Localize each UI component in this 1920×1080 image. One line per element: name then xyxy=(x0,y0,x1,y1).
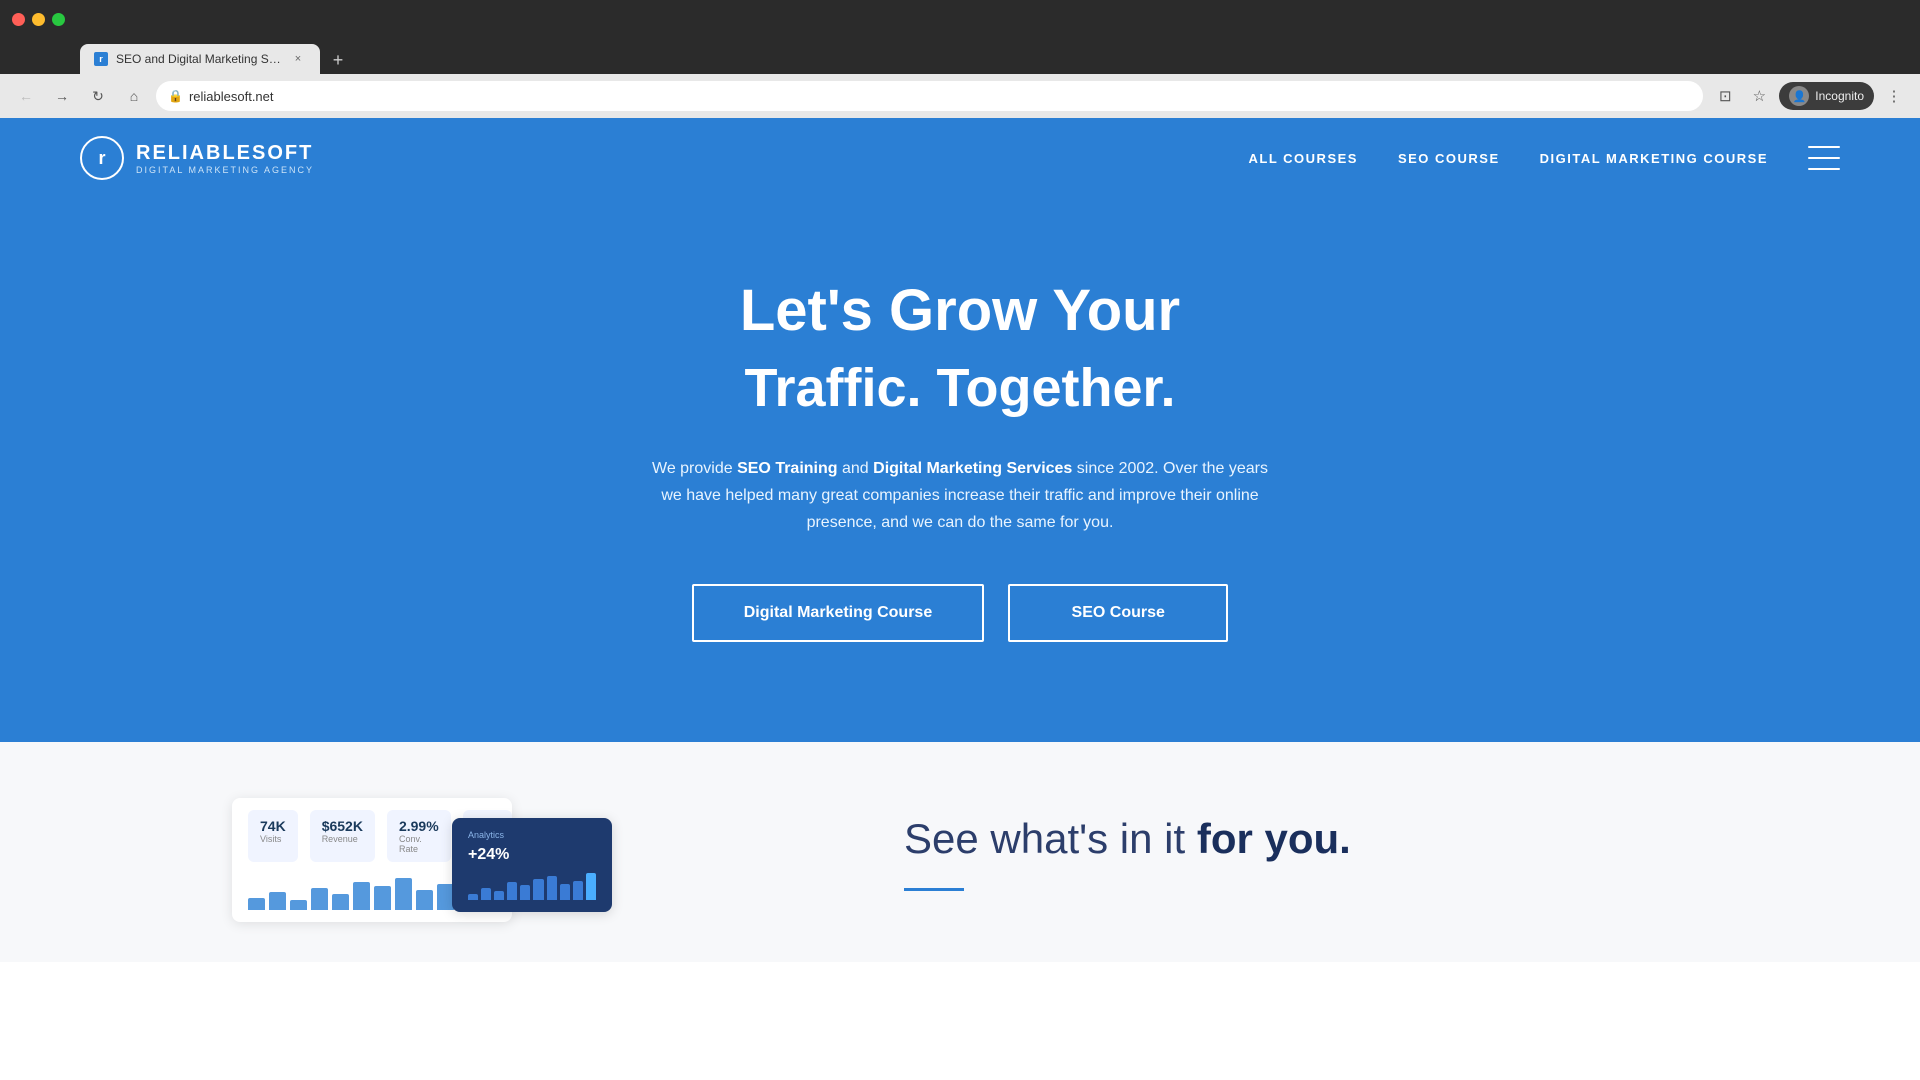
traffic-lights xyxy=(12,13,65,26)
digital-marketing-course-button[interactable]: Digital Marketing Course xyxy=(692,584,984,642)
logo-icon: r xyxy=(80,136,124,180)
stat-revenue-label: Revenue xyxy=(322,834,363,844)
back-button[interactable]: ← xyxy=(12,82,40,110)
browser-chrome: r SEO and Digital Marketing Serv × + ← →… xyxy=(0,0,1920,118)
incognito-button[interactable]: 👤 Incognito xyxy=(1779,82,1874,110)
refresh-button[interactable]: ↻ xyxy=(84,82,112,110)
dashboard-mock: 74K Visits $652K Revenue 2.99% Conv. Rat… xyxy=(232,798,632,922)
site-wrapper: r RELIABLESOFT DIGITAL MARKETING AGENCY … xyxy=(0,118,1920,962)
below-hero-underline xyxy=(904,888,964,891)
hero-title-line2: Traffic. Together. xyxy=(744,357,1175,419)
stat-visits-value: 74K xyxy=(260,818,286,834)
cast-icon-button[interactable]: ⊡ xyxy=(1711,82,1739,110)
toolbar-right: ⊡ ☆ 👤 Incognito ⋮ xyxy=(1711,82,1908,110)
maximize-traffic-light[interactable] xyxy=(52,13,65,26)
logo-area[interactable]: r RELIABLESOFT DIGITAL MARKETING AGENCY xyxy=(80,136,314,180)
stat-revenue-value: $652K xyxy=(322,818,363,834)
menu-bar-3 xyxy=(1808,168,1840,170)
nav-link-digital-marketing[interactable]: DIGITAL MARKETING COURSE xyxy=(1540,151,1768,166)
below-hero-title-plain: See what's in it xyxy=(904,815,1197,862)
mini-bar-1 xyxy=(481,888,491,900)
stat-conv-label: Conv. Rate xyxy=(399,834,439,854)
bar-6 xyxy=(374,886,391,910)
logo-text-area: RELIABLESOFT DIGITAL MARKETING AGENCY xyxy=(136,142,314,175)
mini-bar-9 xyxy=(586,873,596,900)
bar-8 xyxy=(416,890,433,910)
menu-bar-2 xyxy=(1808,157,1840,159)
logo-tagline: DIGITAL MARKETING AGENCY xyxy=(136,165,314,175)
mini-bar-0 xyxy=(468,894,478,900)
seo-course-button[interactable]: SEO Course xyxy=(1008,584,1228,642)
stat-conv-value: 2.99% xyxy=(399,818,439,834)
mini-bar-3 xyxy=(507,882,517,900)
tab-title: SEO and Digital Marketing Serv xyxy=(116,52,282,66)
bar-2 xyxy=(290,900,307,910)
below-hero-title-bold: for you. xyxy=(1197,815,1351,862)
mini-bar-4 xyxy=(520,885,530,900)
dashboard-card-2: Analytics +24% xyxy=(452,818,612,912)
mini-bar-8 xyxy=(573,881,583,901)
stat-revenue: $652K Revenue xyxy=(310,810,375,862)
logo-name: RELIABLESOFT xyxy=(136,142,314,165)
mini-bar-5 xyxy=(533,879,543,900)
tab-favicon: r xyxy=(94,52,108,66)
nav-link-seo-course[interactable]: SEO COURSE xyxy=(1398,151,1500,166)
hero-buttons: Digital Marketing Course SEO Course xyxy=(692,584,1228,642)
address-bar[interactable]: 🔒 reliablesoft.net xyxy=(156,81,1703,111)
bar-0 xyxy=(248,898,265,910)
mini-bar-2 xyxy=(494,891,504,900)
bar-4 xyxy=(332,894,349,910)
dashboard-mini-bars xyxy=(468,870,596,900)
incognito-label: Incognito xyxy=(1815,89,1864,103)
nav-link-all-courses[interactable]: ALL COURSES xyxy=(1249,151,1358,166)
more-button[interactable]: ⋮ xyxy=(1880,82,1908,110)
dashboard-card-2-value: +24% xyxy=(468,846,596,864)
active-tab[interactable]: r SEO and Digital Marketing Serv × xyxy=(80,44,320,74)
below-hero-title: See what's in it for you. xyxy=(904,814,1840,864)
stat-conv: 2.99% Conv. Rate xyxy=(387,810,451,862)
site-header: r RELIABLESOFT DIGITAL MARKETING AGENCY … xyxy=(0,118,1920,198)
avatar: 👤 xyxy=(1789,86,1809,106)
new-tab-button[interactable]: + xyxy=(324,46,352,74)
dashboard-preview-area: 74K Visits $652K Revenue 2.99% Conv. Rat… xyxy=(0,742,864,962)
close-traffic-light[interactable] xyxy=(12,13,25,26)
minimize-traffic-light[interactable] xyxy=(32,13,45,26)
hero-seo-training-text: SEO Training xyxy=(737,460,837,477)
hero-digital-marketing-text: Digital Marketing Services xyxy=(873,460,1072,477)
dashboard-card-2-title: Analytics xyxy=(468,830,596,840)
bar-7 xyxy=(395,878,412,910)
browser-title-bar xyxy=(0,0,1920,38)
stat-visits-label: Visits xyxy=(260,834,286,844)
lock-icon: 🔒 xyxy=(168,89,183,103)
tab-close-button[interactable]: × xyxy=(290,51,306,67)
mini-bar-7 xyxy=(560,884,570,901)
bookmark-button[interactable]: ☆ xyxy=(1745,82,1773,110)
hero-description: We provide SEO Training and Digital Mark… xyxy=(640,455,1280,537)
bar-3 xyxy=(311,888,328,910)
bar-1 xyxy=(269,892,286,910)
tabs-bar: r SEO and Digital Marketing Serv × + xyxy=(0,38,1920,74)
hamburger-menu-button[interactable] xyxy=(1808,146,1840,170)
site-nav: ALL COURSES SEO COURSE DIGITAL MARKETING… xyxy=(1249,146,1840,170)
mini-bar-6 xyxy=(547,876,557,900)
forward-button[interactable]: → xyxy=(48,82,76,110)
bar-5 xyxy=(353,882,370,910)
hero-title-line1: Let's Grow Your xyxy=(740,278,1180,345)
stat-visits: 74K Visits xyxy=(248,810,298,862)
menu-bar-1 xyxy=(1808,146,1840,148)
home-button[interactable]: ⌂ xyxy=(120,82,148,110)
below-hero-section: 74K Visits $652K Revenue 2.99% Conv. Rat… xyxy=(0,742,1920,962)
hero-section: Let's Grow Your Traffic. Together. We pr… xyxy=(0,198,1920,742)
below-hero-right: See what's in it for you. xyxy=(864,742,1920,962)
browser-toolbar: ← → ↻ ⌂ 🔒 reliablesoft.net ⊡ ☆ 👤 Incogni… xyxy=(0,74,1920,118)
url-text: reliablesoft.net xyxy=(189,89,274,104)
